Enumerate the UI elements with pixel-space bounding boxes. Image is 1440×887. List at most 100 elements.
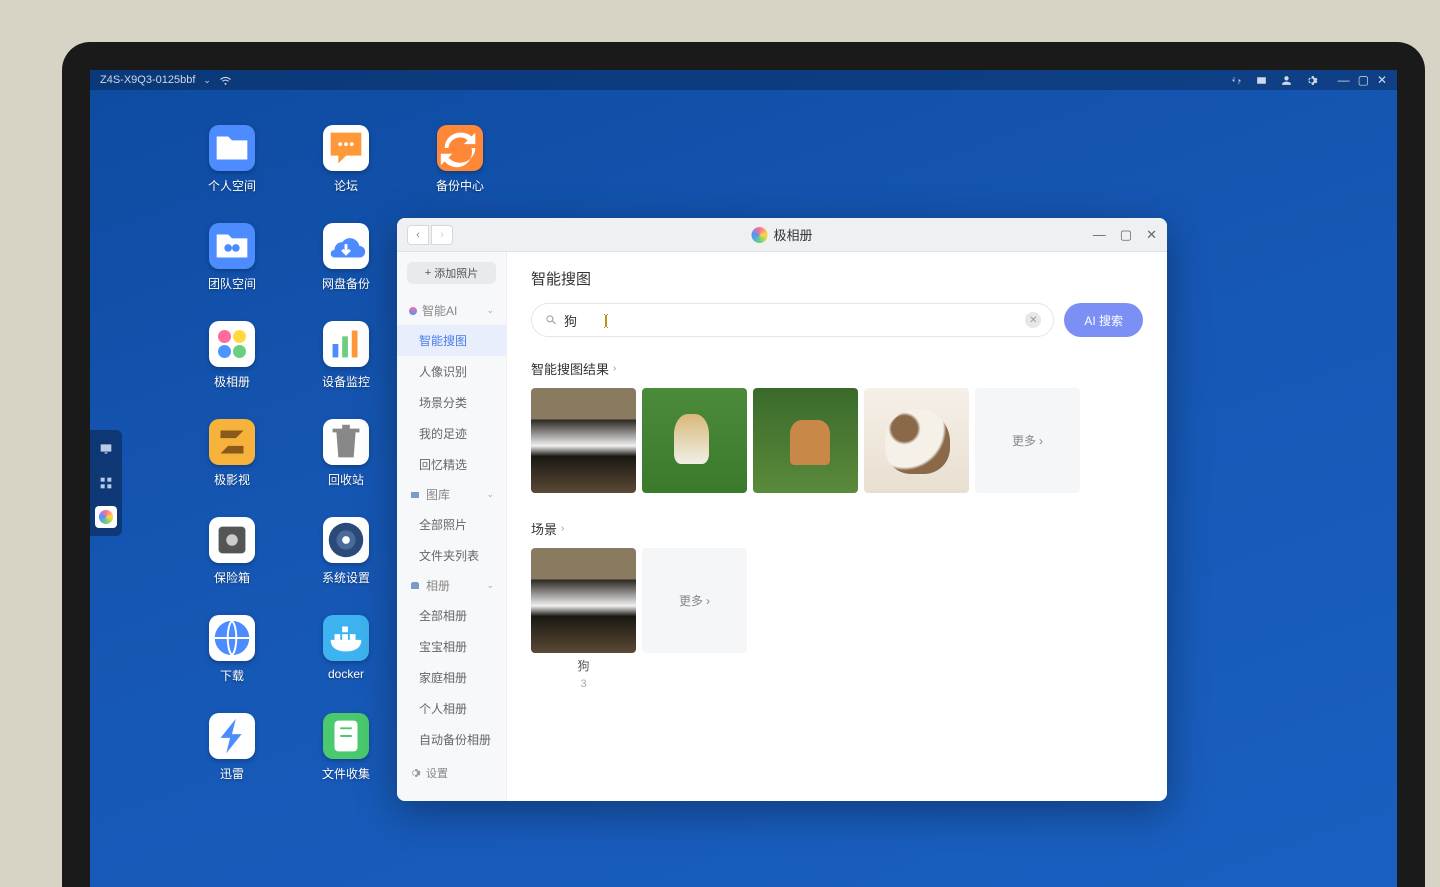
- search-box[interactable]: ✕: [531, 303, 1054, 337]
- icon-label: 系统设置: [322, 569, 370, 586]
- sidebar-item[interactable]: 我的足迹: [397, 418, 506, 449]
- search-input[interactable]: [564, 313, 1025, 328]
- transfer-icon[interactable]: [1230, 74, 1243, 87]
- scene-label: 狗: [577, 657, 589, 674]
- dock-apps-icon[interactable]: [95, 472, 117, 494]
- sidebar-section-header[interactable]: 相册⌄: [397, 571, 506, 600]
- system-minimize-button[interactable]: —: [1338, 73, 1350, 87]
- xunlei-icon: [209, 713, 255, 759]
- desktop-icon-z[interactable]: 极影视: [175, 419, 289, 517]
- dock-photos-icon[interactable]: [95, 506, 117, 528]
- sidebar-item[interactable]: 全部照片: [397, 509, 506, 540]
- scene-thumb[interactable]: [531, 548, 636, 653]
- app-minimize-button[interactable]: —: [1093, 227, 1106, 243]
- folder-icon: [209, 125, 255, 171]
- scene-item[interactable]: 狗 3: [531, 548, 636, 690]
- sidebar-item[interactable]: 家庭相册: [397, 662, 506, 693]
- section-label: 智能AI: [422, 302, 457, 319]
- dock-monitor-icon[interactable]: [95, 438, 117, 460]
- desktop-icon-photos[interactable]: 极相册: [175, 321, 289, 419]
- desktop-icon-chat[interactable]: 论坛: [289, 125, 403, 223]
- more-label: 更多: [1012, 432, 1036, 449]
- clear-search-button[interactable]: ✕: [1025, 312, 1041, 328]
- sidebar-item[interactable]: 全部相册: [397, 600, 506, 631]
- sidebar-item[interactable]: 智能搜图: [397, 325, 506, 356]
- user-icon[interactable]: [1280, 74, 1293, 87]
- icon-label: 保险箱: [214, 569, 250, 586]
- results-more-button[interactable]: 更多 ›: [975, 388, 1080, 493]
- sidebar-item[interactable]: 文件夹列表: [397, 540, 506, 571]
- icon-label: 极相册: [214, 373, 250, 390]
- desktop-icon-settings[interactable]: 系统设置: [289, 517, 403, 615]
- gear-icon[interactable]: [1305, 74, 1318, 87]
- globe-icon: [209, 615, 255, 661]
- chevron-down-icon: ⌄: [486, 305, 494, 316]
- desktop-icon-xunlei[interactable]: 迅雷: [175, 713, 289, 811]
- chevron-right-icon: ›: [706, 594, 710, 608]
- sidebar-item[interactable]: 人像识别: [397, 356, 506, 387]
- chevron-down-icon: ⌄: [486, 489, 494, 500]
- desktop-icon-collect[interactable]: 文件收集: [289, 713, 403, 811]
- desktop-icon-team[interactable]: 团队空间: [175, 223, 289, 321]
- result-thumb-3[interactable]: [753, 388, 858, 493]
- sidebar-item[interactable]: 回忆精选: [397, 449, 506, 480]
- settings-button[interactable]: 设置: [397, 755, 506, 791]
- desktop-icon-cloud[interactable]: 网盘备份: [289, 223, 403, 321]
- chevron-right-icon: ›: [1039, 434, 1043, 448]
- icon-label: 文件收集: [322, 765, 370, 782]
- app-logo-icon: [751, 227, 767, 243]
- text-cursor-icon: [599, 314, 613, 328]
- sidebar-section-header[interactable]: 智能AI ⌄: [397, 296, 506, 325]
- chevron-right-icon: ›: [613, 363, 616, 374]
- sidebar-section-header[interactable]: 图库⌄: [397, 480, 506, 509]
- page-title: 智能搜图: [531, 268, 1143, 289]
- result-thumb-4[interactable]: [864, 388, 969, 493]
- system-close-button[interactable]: ✕: [1377, 73, 1387, 87]
- result-thumb-2[interactable]: [642, 388, 747, 493]
- icon-label: 团队空间: [208, 275, 256, 292]
- system-topbar: Z4S-X9Q3-0125bbf ⌄ — ▢ ✕: [90, 70, 1397, 90]
- icon-label: 极影视: [214, 471, 250, 488]
- desktop-icon-docker[interactable]: docker: [289, 615, 403, 713]
- scenes-row: 狗 3 更多 ›: [531, 548, 1143, 690]
- desktop-icon-sync[interactable]: 备份中心: [403, 125, 517, 223]
- chevron-right-icon: ›: [561, 523, 564, 534]
- result-thumb-1[interactable]: [531, 388, 636, 493]
- sync-icon: [437, 125, 483, 171]
- desktop-icon-trash[interactable]: 回收站: [289, 419, 403, 517]
- app-close-button[interactable]: ✕: [1146, 227, 1157, 243]
- sidebar-item[interactable]: 自动备份相册: [397, 724, 506, 755]
- device-name[interactable]: Z4S-X9Q3-0125bbf: [100, 74, 195, 86]
- ai-search-button[interactable]: AI 搜索: [1064, 303, 1143, 337]
- dropdown-chevron-icon[interactable]: ⌄: [203, 75, 211, 86]
- icon-label: 个人空间: [208, 177, 256, 194]
- sidebar-item[interactable]: 个人相册: [397, 693, 506, 724]
- settings-label: 设置: [426, 765, 448, 781]
- left-dock: [90, 430, 122, 536]
- system-maximize-button[interactable]: ▢: [1358, 73, 1369, 87]
- icon-label: 迅雷: [220, 765, 244, 782]
- sidebar-item[interactable]: 宝宝相册: [397, 631, 506, 662]
- scenes-header-label: 场景: [531, 519, 557, 538]
- gear-icon: [409, 767, 421, 779]
- icon-label: 备份中心: [436, 177, 484, 194]
- nav-forward-button[interactable]: ›: [431, 225, 453, 245]
- chart-icon: [323, 321, 369, 367]
- scenes-section-header[interactable]: 场景 ›: [531, 519, 1143, 538]
- scenes-more-button[interactable]: 更多 ›: [642, 548, 747, 653]
- icon-label: 网盘备份: [322, 275, 370, 292]
- results-row: 更多 ›: [531, 388, 1143, 493]
- desktop-icon-safe[interactable]: 保险箱: [175, 517, 289, 615]
- app-maximize-button[interactable]: ▢: [1120, 227, 1132, 243]
- mail-icon[interactable]: [1255, 74, 1268, 87]
- sidebar-item[interactable]: 场景分类: [397, 387, 506, 418]
- nav-back-button[interactable]: ‹: [407, 225, 429, 245]
- results-section-header[interactable]: 智能搜图结果 ›: [531, 359, 1143, 378]
- icon-label: 下载: [220, 667, 244, 684]
- desktop-icon-folder[interactable]: 个人空间: [175, 125, 289, 223]
- photo-app-window: ‹ › 极相册 — ▢ ✕ + 添加照片 智能AI⌄智能搜图人像识别场景分类我的…: [397, 218, 1167, 801]
- desktop-icon-chart[interactable]: 设备监控: [289, 321, 403, 419]
- add-photo-button[interactable]: + 添加照片: [407, 262, 496, 284]
- icon-label: 论坛: [334, 177, 358, 194]
- desktop-icon-globe[interactable]: 下载: [175, 615, 289, 713]
